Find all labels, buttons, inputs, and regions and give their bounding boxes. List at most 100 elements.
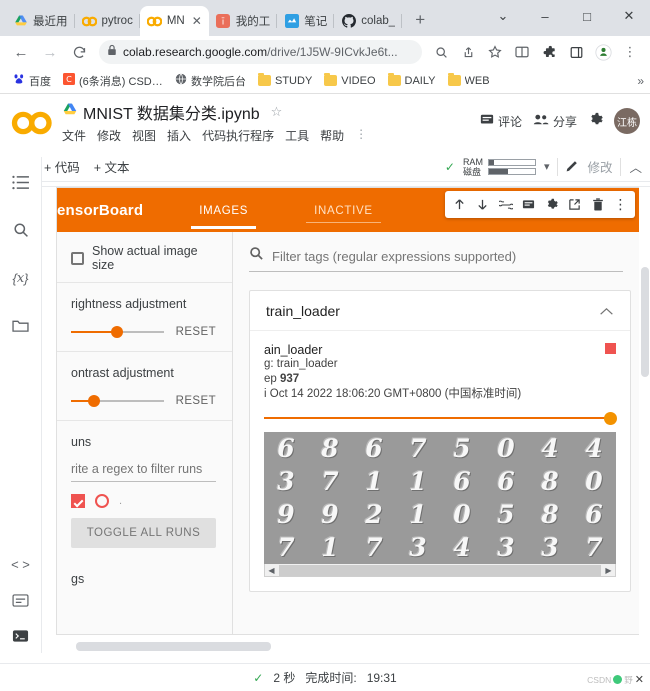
star-icon[interactable]: ☆ bbox=[271, 104, 283, 120]
browser-tab-4[interactable]: 笔记 bbox=[277, 6, 335, 36]
extensions-icon[interactable] bbox=[537, 40, 561, 64]
sidepanel-icon[interactable] bbox=[564, 40, 588, 64]
horizontal-scrollbar-thumb[interactable] bbox=[76, 642, 271, 651]
step-slider[interactable] bbox=[264, 410, 617, 426]
page-vertical-scrollbar[interactable] bbox=[639, 187, 650, 653]
bookmark-item-2[interactable]: 数学院后台 bbox=[170, 71, 251, 91]
maximize-button[interactable]: □ bbox=[566, 0, 608, 32]
run-checkbox-icon[interactable] bbox=[71, 494, 85, 508]
menu-item-insert[interactable]: 插入 bbox=[167, 127, 191, 144]
show-actual-image-size-checkbox[interactable]: Show actual image size bbox=[71, 244, 216, 272]
settings-button[interactable] bbox=[588, 112, 603, 130]
url-host: colab.research.google.com bbox=[123, 45, 268, 59]
menu-item-runtime[interactable]: 代码执行程序 bbox=[202, 127, 274, 144]
watermark-close-icon[interactable]: ✕ bbox=[635, 673, 644, 686]
image-horizontal-scrollbar[interactable]: ◀ ▶ bbox=[264, 564, 616, 577]
contrast-slider[interactable] bbox=[71, 394, 164, 408]
minimize-button[interactable]: – bbox=[524, 0, 566, 32]
menu-item-tools[interactable]: 工具 bbox=[285, 127, 309, 144]
delete-cell-icon[interactable] bbox=[587, 194, 608, 215]
split-view-icon[interactable] bbox=[510, 40, 534, 64]
resource-usage[interactable]: RAM 磁盘 bbox=[463, 157, 536, 177]
menu-item-file[interactable]: 文件 bbox=[62, 127, 86, 144]
browser-tab-2-active[interactable]: MN ✕ bbox=[139, 6, 209, 36]
bookmark-item-1[interactable]: C (6条消息) CSDN -... bbox=[58, 71, 168, 91]
add-code-cell-button[interactable]: + 代码 bbox=[44, 157, 80, 176]
edit-label[interactable]: 修改 bbox=[587, 157, 612, 176]
contrast-reset-button[interactable]: RESET bbox=[176, 395, 216, 407]
tab-images[interactable]: IMAGES bbox=[191, 191, 257, 229]
colab-menubar: 文件 修改 视图 插入 代码执行程序 工具 帮助 ⋮ bbox=[62, 127, 480, 144]
avatar[interactable]: 江栋 bbox=[614, 108, 640, 134]
table-of-contents-icon[interactable] bbox=[10, 171, 32, 193]
reload-icon[interactable] bbox=[66, 39, 92, 65]
star-icon[interactable] bbox=[483, 40, 507, 64]
browser-tab-0[interactable]: 最近用 bbox=[6, 6, 75, 36]
new-tab-button[interactable]: + bbox=[407, 7, 433, 33]
profile-icon[interactable] bbox=[591, 40, 615, 64]
close-window-button[interactable]: ✕ bbox=[608, 0, 650, 32]
runs-filter-input[interactable] bbox=[71, 459, 216, 482]
add-text-cell-button[interactable]: + 文本 bbox=[94, 157, 130, 176]
tensorboard-main: Show actual image size rightness adjustm… bbox=[57, 232, 643, 634]
add-comment-icon[interactable] bbox=[518, 194, 539, 215]
terminal-icon[interactable] bbox=[10, 625, 32, 647]
open-in-new-tab-icon[interactable] bbox=[564, 194, 585, 215]
forward-icon[interactable]: → bbox=[37, 39, 63, 65]
cell-settings-icon[interactable] bbox=[541, 194, 562, 215]
bookmark-label: VIDEO bbox=[341, 74, 376, 87]
resource-labels: RAM 磁盘 bbox=[463, 157, 483, 177]
comment-button[interactable]: 评论 bbox=[480, 113, 522, 130]
move-cell-down-icon[interactable] bbox=[472, 194, 493, 215]
step-slider-knob[interactable] bbox=[604, 412, 617, 425]
colab-logo[interactable] bbox=[10, 100, 60, 141]
close-tab-icon[interactable]: ✕ bbox=[192, 14, 202, 28]
bookmark-item-6[interactable]: WEB bbox=[443, 73, 495, 89]
menu-icon[interactable]: ⋮ bbox=[618, 40, 642, 64]
brightness-slider[interactable] bbox=[71, 325, 164, 339]
move-cell-up-icon[interactable] bbox=[449, 194, 470, 215]
bookmark-item-5[interactable]: DAILY bbox=[383, 73, 441, 89]
chevron-up-icon[interactable] bbox=[599, 303, 614, 319]
vertical-scrollbar-thumb[interactable] bbox=[641, 267, 649, 377]
browser-tab-5[interactable]: colab_ bbox=[334, 6, 403, 36]
filter-tags-input[interactable] bbox=[272, 248, 623, 264]
code-snippets-icon[interactable]: < > bbox=[10, 553, 32, 575]
page-title[interactable]: MNIST 数据集分类.ipynb bbox=[83, 100, 260, 124]
files-folder-icon[interactable] bbox=[10, 315, 32, 337]
variables-icon[interactable]: {x} bbox=[10, 267, 32, 289]
menu-item-help[interactable]: 帮助 bbox=[320, 127, 344, 144]
terminal-box-icon[interactable] bbox=[10, 589, 32, 611]
card-header[interactable]: train_loader bbox=[250, 291, 630, 331]
more-options-icon[interactable]: ⋮ bbox=[610, 194, 631, 215]
slider-knob[interactable] bbox=[88, 395, 101, 407]
slider-knob[interactable] bbox=[111, 326, 124, 338]
menu-item-view[interactable]: 视图 bbox=[132, 127, 156, 144]
scroll-left-arrow-icon[interactable]: ◀ bbox=[265, 566, 278, 575]
bookmarks-overflow-icon[interactable]: » bbox=[637, 74, 644, 88]
bookmark-item-0[interactable]: 百度 bbox=[8, 71, 56, 91]
bookmark-item-3[interactable]: STUDY bbox=[253, 73, 317, 89]
zoom-icon[interactable] bbox=[429, 40, 453, 64]
collapse-toolbar-icon[interactable]: ︿ bbox=[629, 157, 642, 176]
brightness-reset-button[interactable]: RESET bbox=[176, 326, 216, 338]
link-to-cell-icon[interactable] bbox=[495, 194, 516, 215]
menu-item-edit[interactable]: 修改 bbox=[97, 127, 121, 144]
share-button[interactable]: 分享 bbox=[533, 113, 577, 130]
output-horizontal-scrollbar[interactable] bbox=[56, 640, 639, 653]
scroll-right-arrow-icon[interactable]: ▶ bbox=[602, 566, 615, 575]
tab-inactive[interactable]: INACTIVE bbox=[306, 191, 381, 229]
runtime-dropdown-icon[interactable]: ▾ bbox=[544, 160, 550, 173]
search-tabs-icon[interactable]: ⌄ bbox=[482, 0, 524, 32]
tab-separator bbox=[401, 14, 403, 28]
address-bar[interactable]: colab.research.google.com/drive/1J5W-9IC… bbox=[99, 40, 422, 64]
bookmark-item-4[interactable]: VIDEO bbox=[319, 73, 380, 89]
menu-more-icon[interactable]: ⋮ bbox=[355, 127, 367, 144]
search-icon[interactable] bbox=[10, 219, 32, 241]
back-icon[interactable]: ← bbox=[8, 39, 34, 65]
scrollbar-thumb[interactable] bbox=[279, 564, 601, 576]
toggle-all-runs-button[interactable]: TOGGLE ALL RUNS bbox=[71, 518, 216, 548]
browser-tab-1[interactable]: pytroc bbox=[75, 6, 140, 36]
share-icon[interactable] bbox=[456, 40, 480, 64]
browser-tab-3[interactable]: ī 我的工 bbox=[209, 6, 278, 36]
